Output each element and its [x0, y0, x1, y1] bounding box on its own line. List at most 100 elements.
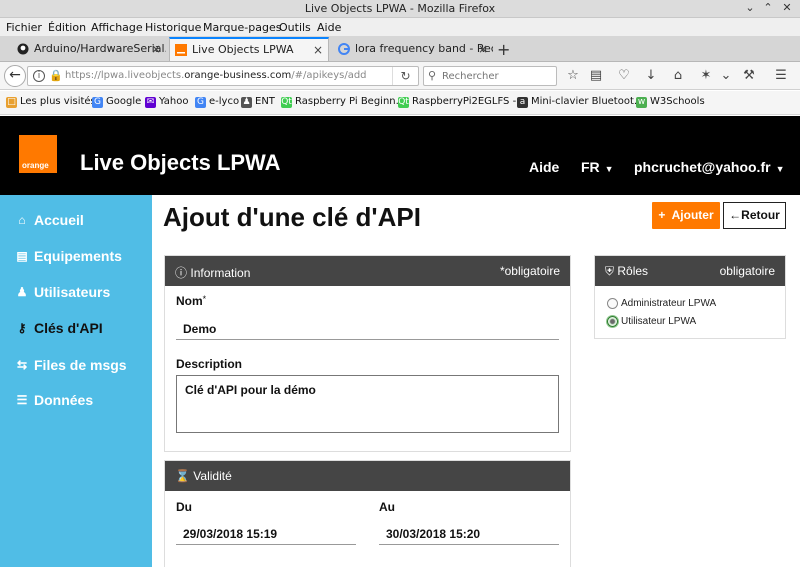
- close-tab-icon[interactable]: ×: [478, 38, 488, 60]
- bookmark-item[interactable]: ✉ Yahoo: [145, 96, 188, 108]
- exchange-icon: ⇆: [16, 358, 28, 372]
- close-window-icon[interactable]: ✕: [780, 1, 794, 15]
- from-date-input[interactable]: [176, 523, 356, 545]
- url-text[interactable]: https://lpwa.liveobjects.orange-business…: [65, 70, 367, 81]
- menu-outils[interactable]: Outils: [279, 21, 311, 34]
- search-icon: ⚲: [428, 69, 437, 82]
- orange-logo[interactable]: orange: [19, 135, 57, 173]
- google-icon: G: [195, 97, 206, 108]
- bookmark-item[interactable]: Qt RaspberryPi2EGLFS -...: [398, 96, 526, 108]
- database-icon: ☰: [16, 393, 28, 407]
- download-icon[interactable]: ↓: [643, 68, 659, 84]
- search-input[interactable]: [442, 69, 552, 83]
- minimize-icon[interactable]: ⌄: [743, 1, 757, 15]
- bookmark-item[interactable]: ♟ ENT: [241, 96, 275, 108]
- menu-fichier[interactable]: Fichier: [6, 21, 42, 34]
- app-title[interactable]: Live Objects LPWA: [80, 150, 281, 176]
- menu-marque-pages[interactable]: Marque-pages: [203, 21, 281, 34]
- key-icon: ⚷: [17, 321, 27, 335]
- extension-icon[interactable]: ✶: [698, 68, 714, 84]
- new-tab-icon[interactable]: +: [497, 40, 510, 59]
- to-date-input[interactable]: [379, 523, 559, 545]
- sidebar-item-accueil[interactable]: ⌂ Accueil: [15, 212, 83, 228]
- menu-bar: Fichier Édition Affichage Historique Mar…: [0, 18, 800, 36]
- bookmarks-bar: □ Les plus visités G Google ✉ Yahoo Ge-lyco…: [0, 91, 800, 115]
- bookmark-item[interactable]: □ Les plus visités: [6, 96, 96, 108]
- user-dropdown[interactable]: phcruchet@yahoo.fr ▼: [634, 159, 784, 175]
- language-dropdown[interactable]: FR ▼: [581, 159, 614, 175]
- caret-down-icon: ▼: [775, 164, 785, 174]
- panel-header: ⛨ Rôles obligatoire: [595, 256, 785, 286]
- sidebar-item-utilisateurs[interactable]: ♟ Utilisateurs: [15, 284, 111, 300]
- help-link[interactable]: Aide: [529, 159, 559, 175]
- qt-icon: Qt: [398, 97, 409, 108]
- radio-unchecked[interactable]: [607, 298, 618, 309]
- menu-affichage[interactable]: Affichage: [91, 21, 143, 34]
- sidebar-item-equipements[interactable]: ▤ Equipements: [15, 248, 122, 264]
- bookmark-item[interactable]: a Mini-clavier Bluetoot...: [517, 96, 643, 108]
- site-header: orange Live Objects LPWA Aide FR ▼ phcruc…: [0, 116, 800, 195]
- role-option-admin[interactable]: Administrateur LPWA: [607, 298, 716, 309]
- google-icon: G: [92, 97, 103, 108]
- sidebar-item-cles-api[interactable]: ⚷ Clés d'API: [15, 320, 103, 336]
- shield-icon: ⛨: [605, 264, 615, 278]
- tab-label: lora frequency band - Reche: [355, 42, 493, 55]
- required-note: *obligatoire: [499, 264, 560, 278]
- orange-icon: [175, 44, 187, 56]
- search-bar[interactable]: ⚲: [423, 66, 557, 86]
- menu-historique[interactable]: Historique: [145, 21, 201, 34]
- hdd-icon: ▤: [16, 249, 28, 263]
- to-label: Au: [379, 500, 395, 514]
- person-icon: ♟: [241, 97, 252, 108]
- google-icon: [338, 43, 350, 55]
- tab-strip: Arduino/HardwareSerial.h × Live Objects …: [0, 36, 800, 62]
- bookmark-item[interactable]: w W3Schools: [636, 96, 705, 108]
- home-icon[interactable]: ⌂: [670, 68, 686, 84]
- hamburger-menu-icon[interactable]: ☰: [773, 68, 789, 84]
- hammer-icon[interactable]: ⚒: [741, 68, 757, 84]
- home-icon: ⌂: [18, 213, 26, 227]
- sidebar-item-donnees[interactable]: ☰ Données: [15, 392, 94, 408]
- bookmark-star-icon[interactable]: ☆: [565, 68, 581, 84]
- info-icon[interactable]: i: [33, 70, 45, 82]
- bookmark-item[interactable]: Ge-lyco: [195, 96, 239, 108]
- tab-live-objects[interactable]: Live Objects LPWA ×: [169, 37, 329, 61]
- reload-icon[interactable]: ↻: [392, 67, 418, 85]
- github-icon: [17, 43, 29, 55]
- qt-icon: Qt: [281, 97, 292, 108]
- address-bar[interactable]: i 🔒 https://lpwa.liveobjects.orange-busi…: [27, 66, 419, 86]
- tab-arduino[interactable]: Arduino/HardwareSerial.h ×: [12, 38, 166, 62]
- arrow-left-icon: ←: [729, 208, 742, 222]
- chevron-down-icon[interactable]: ⌄: [718, 68, 734, 84]
- radio-checked[interactable]: [607, 316, 618, 327]
- w3-icon: w: [636, 97, 647, 108]
- menu-aide[interactable]: Aide: [317, 21, 341, 34]
- back-arrow-icon[interactable]: ←: [4, 65, 26, 87]
- caret-down-icon: ▼: [604, 164, 614, 174]
- plus-icon: +: [658, 208, 666, 222]
- role-option-user[interactable]: Utilisateur LPWA: [607, 316, 696, 327]
- panel-title: ⌛ Validité: [175, 469, 232, 483]
- tab-label: Arduino/HardwareSerial.h: [34, 42, 166, 55]
- panel-title: ⓘ Information: [175, 266, 251, 280]
- close-tab-icon[interactable]: ×: [313, 39, 323, 61]
- bookmark-item[interactable]: G Google: [92, 96, 141, 108]
- name-input[interactable]: [176, 318, 559, 340]
- sidebar-item-files-msgs[interactable]: ⇆ Files de msgs: [15, 357, 127, 373]
- lock-icon[interactable]: 🔒: [49, 69, 63, 82]
- close-tab-icon[interactable]: ×: [151, 38, 161, 60]
- panel-header: ⌛ Validité: [165, 461, 570, 491]
- page-title: Ajout d'une clé d'API: [163, 202, 421, 232]
- tab-label: Live Objects LPWA: [192, 43, 294, 56]
- tab-lora-search[interactable]: lora frequency band - Reche ×: [333, 38, 493, 62]
- hourglass-icon: ⌛: [175, 469, 190, 483]
- add-button[interactable]: + Ajouter: [652, 202, 720, 229]
- bookmark-item[interactable]: Qt Raspberry Pi Beginn...: [281, 96, 405, 108]
- back-button[interactable]: ←Retour: [723, 202, 786, 229]
- menu-edition[interactable]: Édition: [48, 21, 86, 34]
- maximize-icon[interactable]: ⌃: [761, 1, 775, 15]
- required-note: obligatoire: [719, 264, 775, 278]
- reading-list-icon[interactable]: ▤: [588, 68, 604, 84]
- pocket-icon[interactable]: ♡: [616, 68, 632, 84]
- description-textarea[interactable]: Clé d'API pour la démo: [176, 375, 559, 433]
